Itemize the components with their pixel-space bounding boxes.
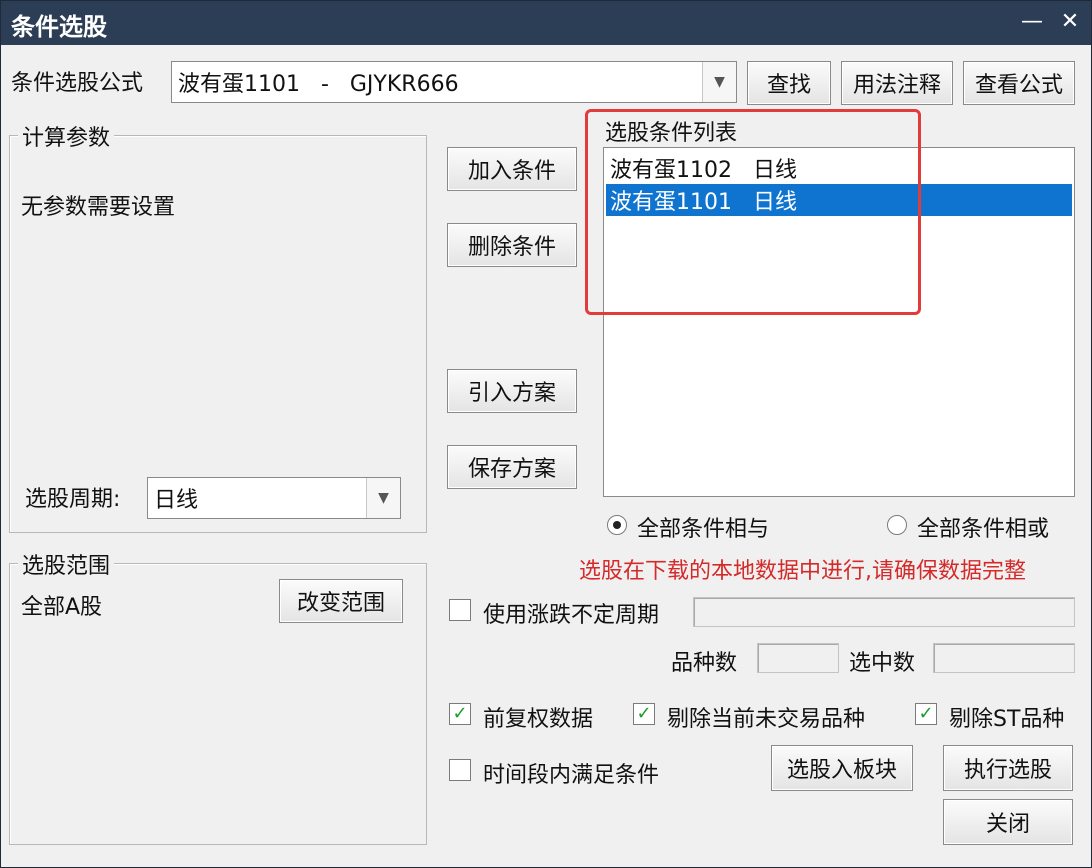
condition-listbox[interactable]: 波有蛋1102 日线 波有蛋1101 日线 xyxy=(603,147,1075,497)
instrument-count-label: 品种数 xyxy=(671,651,738,676)
exclude-untraded-checkbox[interactable]: ✓ xyxy=(633,703,655,725)
minimize-button[interactable]: — xyxy=(1017,7,1047,37)
title-bar[interactable]: 条件选股 — ✕ xyxy=(1,1,1091,45)
uncertain-period-label: 使用涨跌不定周期 xyxy=(483,603,660,628)
find-button[interactable]: 查找 xyxy=(747,61,831,105)
usage-notes-button[interactable]: 用法注释 xyxy=(841,61,953,105)
condition-list-title: 选股条件列表 xyxy=(605,121,738,146)
import-scheme-button[interactable]: 引入方案 xyxy=(447,369,577,413)
uncertain-period-field xyxy=(693,597,1075,627)
delete-condition-button[interactable]: 删除条件 xyxy=(447,223,577,267)
formula-combobox[interactable]: 波有蛋1101 - GJYKR666 ▼ xyxy=(171,61,737,103)
execute-screening-button[interactable]: 执行选股 xyxy=(943,745,1073,791)
formula-value: 波有蛋1101 - GJYKR666 xyxy=(178,72,459,97)
adjusted-data-label: 前复权数据 xyxy=(483,707,594,732)
close-window-button[interactable]: ✕ xyxy=(1055,7,1085,37)
uncertain-period-checkbox[interactable] xyxy=(449,599,471,621)
local-data-notice: 选股在下载的本地数据中进行,请确保数据完整 xyxy=(579,559,1026,584)
check-icon: ✓ xyxy=(636,703,652,724)
close-button[interactable]: 关闭 xyxy=(943,799,1073,845)
exclude-st-checkbox[interactable]: ✓ xyxy=(915,703,937,725)
list-item[interactable]: 波有蛋1101 日线 xyxy=(606,184,1072,216)
range-value: 全部A股 xyxy=(21,595,103,620)
params-group-title: 计算参数 xyxy=(18,120,115,152)
exclude-untraded-label: 剔除当前未交易品种 xyxy=(667,707,866,732)
instrument-count-field xyxy=(757,643,839,673)
adjusted-data-checkbox[interactable]: ✓ xyxy=(449,703,471,725)
no-params-message: 无参数需要设置 xyxy=(21,195,176,220)
check-icon: ✓ xyxy=(918,703,934,724)
save-scheme-button[interactable]: 保存方案 xyxy=(447,445,577,489)
time-range-checkbox[interactable] xyxy=(449,759,471,781)
chevron-down-icon[interactable]: ▼ xyxy=(366,478,400,518)
list-item[interactable]: 波有蛋1102 日线 xyxy=(606,152,1072,184)
add-condition-button[interactable]: 加入条件 xyxy=(447,147,577,191)
radio-all-and[interactable] xyxy=(607,515,627,535)
period-combobox[interactable]: 日线 ▼ xyxy=(147,477,401,519)
radio-all-or-label: 全部条件相或 xyxy=(917,517,1050,542)
check-icon: ✓ xyxy=(452,703,468,724)
change-range-button[interactable]: 改变范围 xyxy=(279,579,403,623)
radio-all-and-label: 全部条件相与 xyxy=(637,517,770,542)
selected-count-field xyxy=(933,643,1075,673)
chevron-down-icon[interactable]: ▼ xyxy=(702,62,736,102)
range-group-title: 选股范围 xyxy=(18,548,115,580)
stock-screening-window: 条件选股 — ✕ 条件选股公式 波有蛋1101 - GJYKR666 ▼ 查找 … xyxy=(0,0,1092,868)
radio-all-or[interactable] xyxy=(887,515,907,535)
add-to-block-button[interactable]: 选股入板块 xyxy=(771,745,913,791)
time-range-label: 时间段内满足条件 xyxy=(483,763,660,788)
window-title: 条件选股 xyxy=(11,13,107,41)
period-value: 日线 xyxy=(154,488,199,513)
formula-label: 条件选股公式 xyxy=(11,71,144,96)
view-formula-button[interactable]: 查看公式 xyxy=(963,61,1075,105)
selected-count-label: 选中数 xyxy=(849,651,916,676)
period-label: 选股周期: xyxy=(25,487,121,512)
exclude-st-label: 剔除ST品种 xyxy=(949,707,1065,732)
